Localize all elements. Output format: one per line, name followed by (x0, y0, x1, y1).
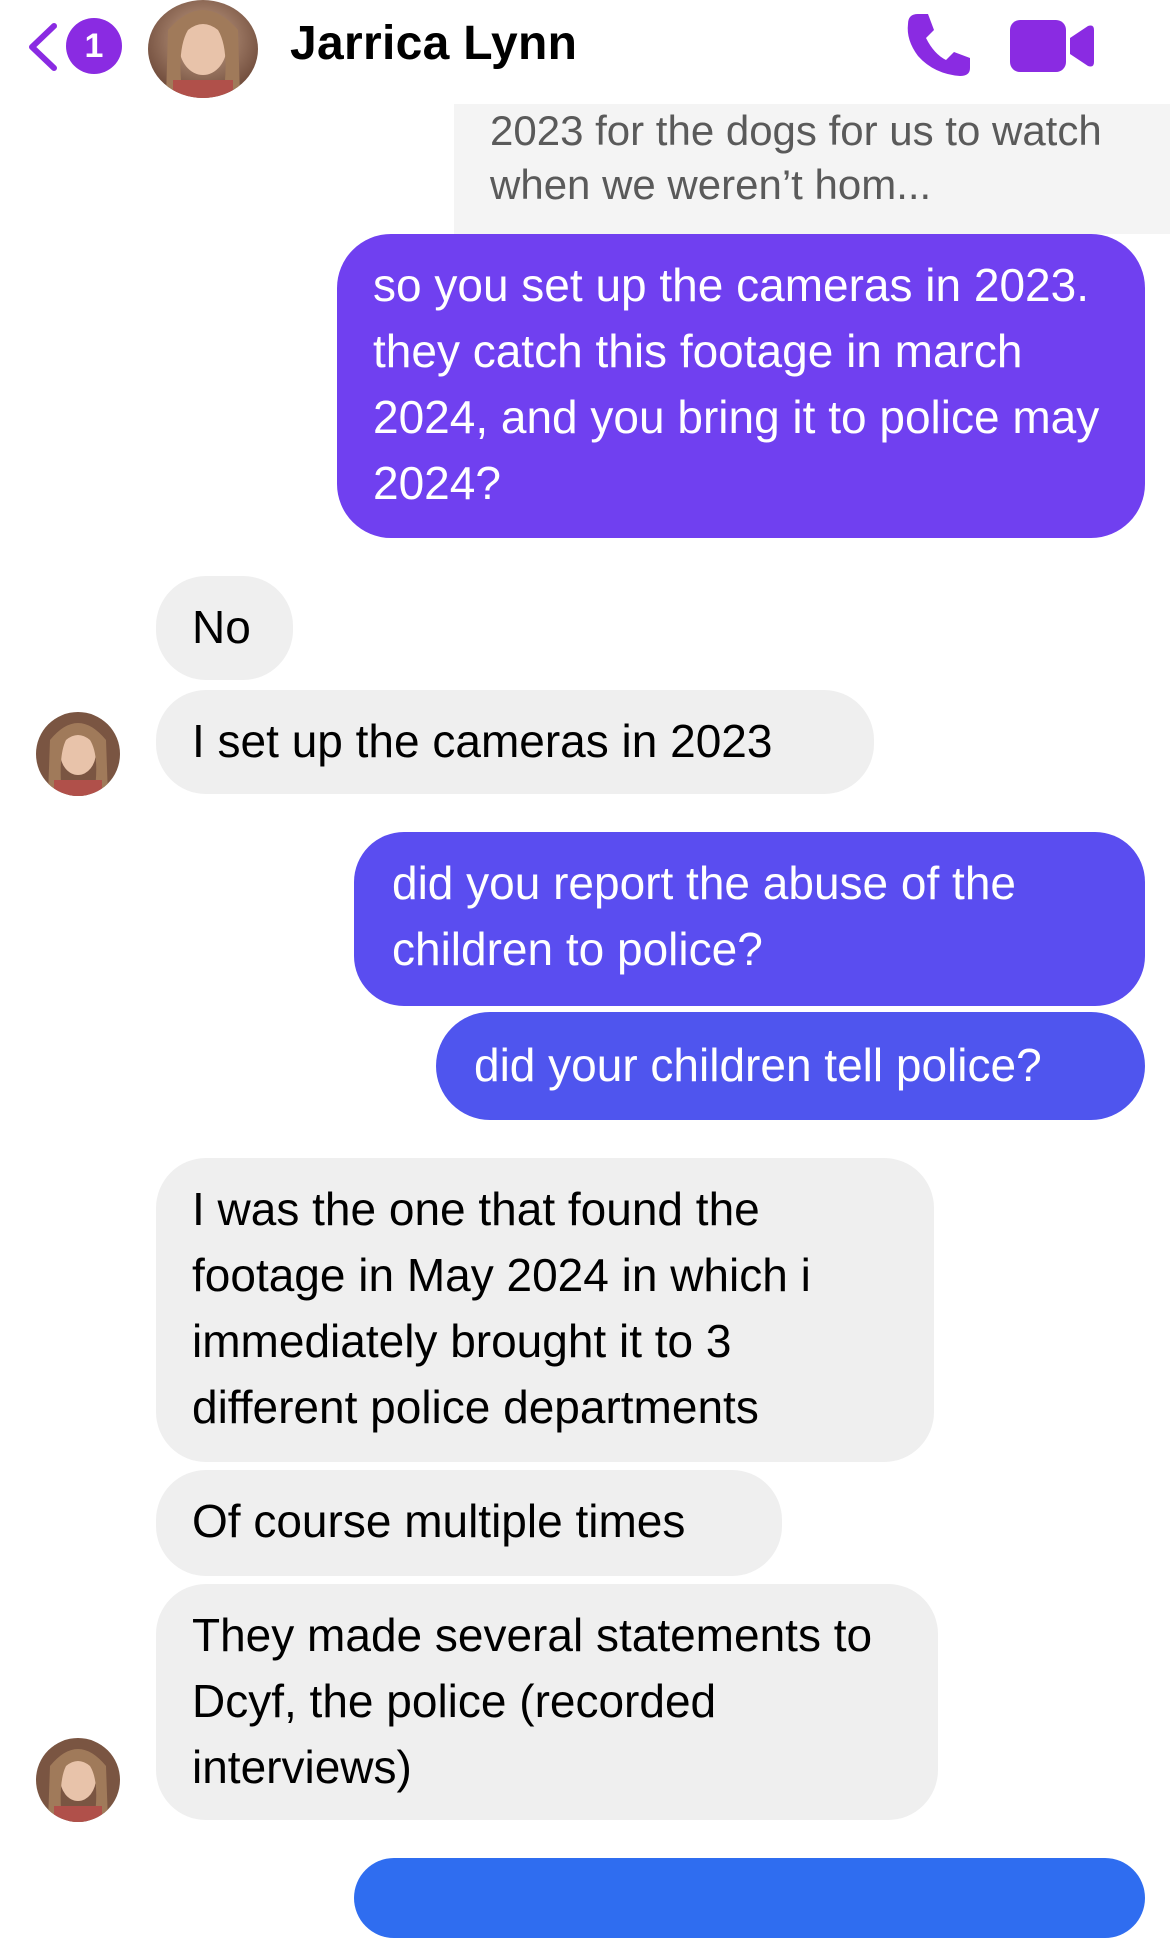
outgoing-message[interactable]: so you set up the cameras in 2023. they … (337, 234, 1145, 538)
incoming-message[interactable]: I set up the cameras in 2023 (156, 690, 874, 794)
back-button[interactable]: 1 (26, 16, 122, 76)
message-text: They made several statements to Dcyf, th… (192, 1609, 873, 1793)
quoted-message-text: 2023 for the dogs for us to watch when w… (490, 107, 1102, 208)
incoming-message[interactable]: No (156, 576, 293, 680)
conversation-header: 1 Jarrica Lynn (0, 0, 1170, 104)
avatar-photo (36, 712, 120, 796)
contact-avatar-small (36, 712, 120, 796)
contact-avatar[interactable] (148, 0, 258, 98)
contact-avatar-small (36, 1738, 120, 1822)
incoming-message[interactable]: They made several statements to Dcyf, th… (156, 1584, 938, 1820)
incoming-message[interactable]: Of course multiple times (156, 1470, 782, 1576)
message-text: I was the one that found the footage in … (192, 1183, 811, 1433)
video-camera-icon (1010, 20, 1094, 72)
quoted-message-preview[interactable]: 2023 for the dogs for us to watch when w… (454, 104, 1170, 234)
video-call-button[interactable] (1010, 18, 1094, 74)
outgoing-message-partial[interactable] (354, 1858, 1145, 1938)
avatar-photo (148, 0, 258, 98)
avatar-photo (36, 1738, 120, 1822)
message-text: I set up the cameras in 2023 (192, 715, 773, 767)
incoming-message[interactable]: I was the one that found the footage in … (156, 1158, 934, 1462)
outgoing-message[interactable]: did you report the abuse of the children… (354, 832, 1145, 1006)
voice-call-button[interactable] (904, 10, 972, 80)
message-text: so you set up the cameras in 2023. they … (373, 259, 1100, 509)
message-text: did your children tell police? (474, 1039, 1042, 1091)
unread-count-badge: 1 (66, 18, 122, 74)
outgoing-message[interactable]: did your children tell police? (436, 1012, 1145, 1120)
message-text: Of course multiple times (192, 1495, 686, 1547)
chevron-left-icon (29, 23, 57, 71)
message-text: did you report the abuse of the children… (392, 857, 1016, 975)
message-text: No (192, 601, 251, 653)
phone-icon (907, 14, 970, 76)
contact-name[interactable]: Jarrica Lynn (290, 16, 577, 71)
